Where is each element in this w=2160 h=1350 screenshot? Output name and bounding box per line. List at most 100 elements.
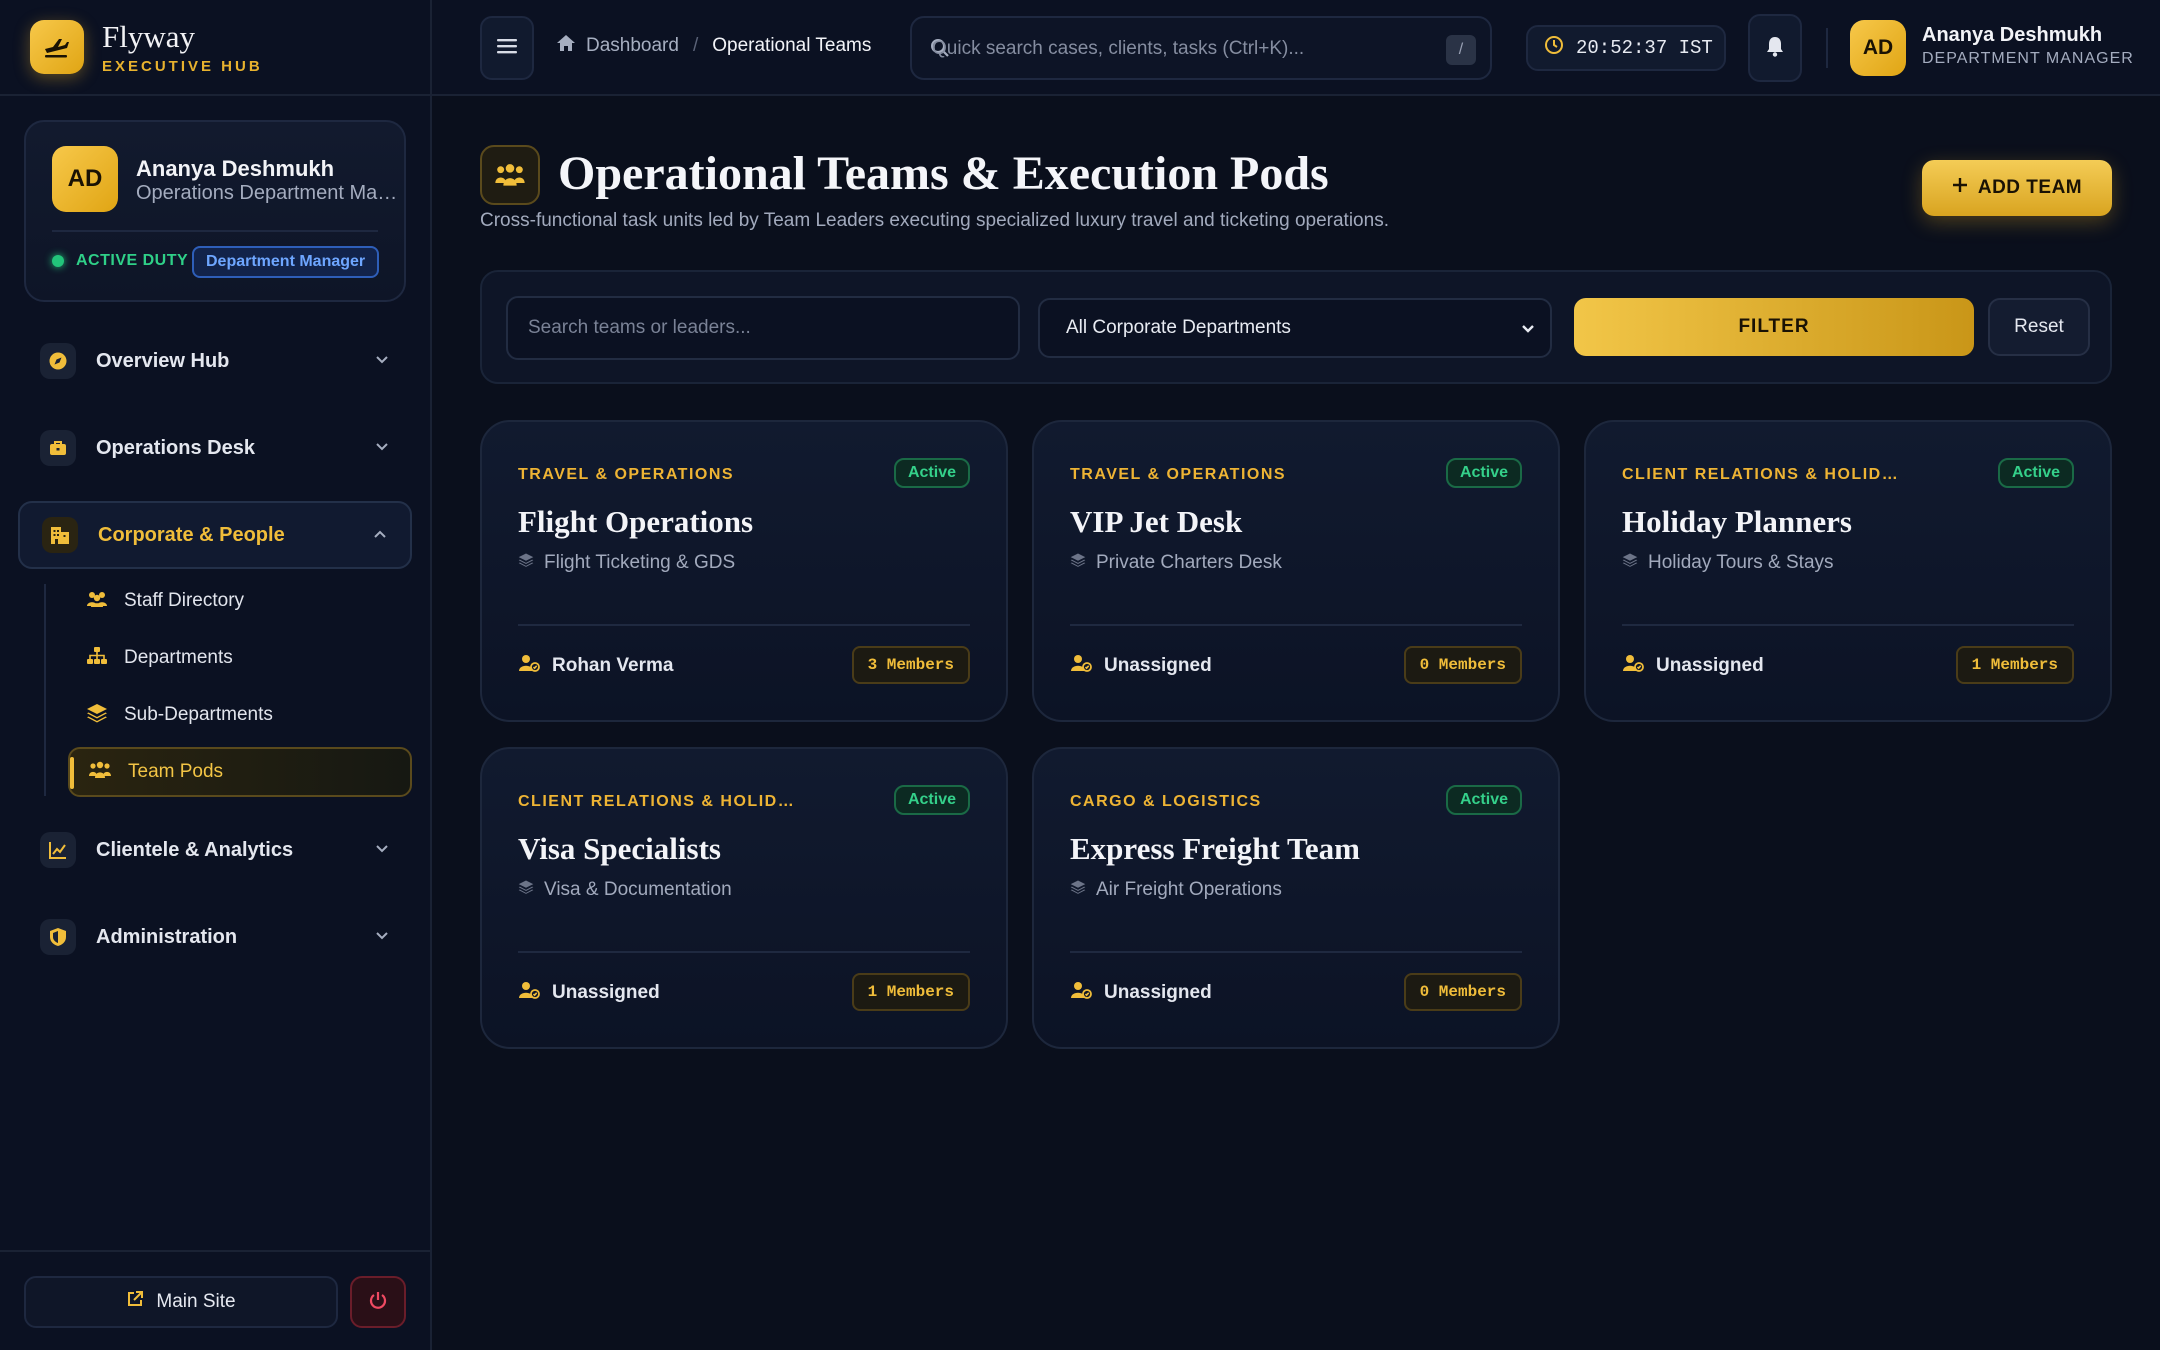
breadcrumb: Dashboard / Operational Teams xyxy=(556,34,871,58)
profile-name: Ananya Deshmukh xyxy=(136,156,335,181)
brand-subtitle: EXECUTIVE HUB xyxy=(102,57,263,75)
status-badge: Active xyxy=(893,458,970,488)
duty-status: ACTIVE DUTY xyxy=(52,252,188,270)
team-card[interactable]: CLIENT RELATIONS & HOLIDA... Active Holi… xyxy=(1584,420,2112,722)
team-name: Flight Operations xyxy=(518,504,754,539)
role-badge: Department Manager xyxy=(192,246,380,278)
status-badge: Active xyxy=(893,785,970,815)
team-name: VIP Jet Desk xyxy=(1070,504,1243,539)
sidebar-subitem-sub-departments[interactable]: Sub-Departments xyxy=(68,690,412,740)
department-select-value: All Corporate Departments xyxy=(1066,317,1291,338)
team-search[interactable] xyxy=(506,296,1020,360)
sidebar-item-corporate-people[interactable]: Corporate & People xyxy=(18,501,412,569)
team-leader: Unassigned xyxy=(1070,981,1212,1005)
filter-button[interactable]: FILTER xyxy=(1574,298,1974,356)
team-sub-department: Holiday Tours & Stays xyxy=(1622,552,1834,574)
shield-icon xyxy=(40,919,76,955)
members-count-badge: 1 Members xyxy=(851,973,970,1011)
divider xyxy=(1070,951,1522,953)
team-sub-department: Air Freight Operations xyxy=(1070,879,1282,901)
plus-icon xyxy=(1952,177,1968,199)
user-tie-icon xyxy=(518,654,540,678)
team-sub-department: Visa & Documentation xyxy=(518,879,732,901)
submenu-guide-line xyxy=(44,584,46,796)
user-avatar[interactable]: AD xyxy=(1850,20,1906,76)
user-tie-icon xyxy=(1070,654,1092,678)
sidebar-subitem-label: Sub-Departments xyxy=(124,704,273,725)
layers-icon xyxy=(518,879,534,901)
menu-toggle-button[interactable] xyxy=(480,16,534,80)
team-card[interactable]: TRAVEL & OPERATIONS Active Flight Operat… xyxy=(480,420,1008,722)
sidebar-footer: Main Site xyxy=(0,1250,432,1350)
team-name: Express Freight Team xyxy=(1070,831,1360,866)
team-sub-department: Private Charters Desk xyxy=(1070,552,1282,574)
user-name: Ananya Deshmukh xyxy=(1922,24,2103,46)
breadcrumb-separator: / xyxy=(692,35,699,56)
status-badge: Active xyxy=(1445,785,1522,815)
department-select[interactable]: All Corporate Departments xyxy=(1038,298,1552,358)
sidebar-item-label: Overview Hub xyxy=(96,349,230,372)
notifications-button[interactable] xyxy=(1748,14,1802,82)
sidebar-subitem-staff-directory[interactable]: Staff Directory xyxy=(68,576,412,626)
sidebar-subitem-departments[interactable]: Departments xyxy=(68,633,412,683)
divider xyxy=(1826,28,1828,68)
chevron-down-icon xyxy=(1520,320,1536,342)
global-search[interactable]: / xyxy=(910,16,1492,80)
sidebar-item-administration[interactable]: Administration xyxy=(18,903,412,971)
global-search-input[interactable] xyxy=(932,32,1432,66)
compass-icon xyxy=(40,343,76,379)
sidebar-subitem-team-pods[interactable]: Team Pods xyxy=(68,747,412,797)
team-sub-department-label: Air Freight Operations xyxy=(1096,879,1282,900)
main-site-label: Main Site xyxy=(156,1291,236,1312)
breadcrumb-current: Operational Teams xyxy=(712,35,872,56)
home-icon xyxy=(556,34,576,58)
people-group-icon xyxy=(480,145,540,205)
clock-icon xyxy=(1544,35,1564,61)
add-team-button[interactable]: ADD TEAM xyxy=(1922,160,2112,216)
chevron-down-icon xyxy=(374,438,390,459)
sidebar-item-overview-hub[interactable]: Overview Hub xyxy=(18,327,412,395)
team-search-input[interactable] xyxy=(508,298,1018,358)
team-leader: Unassigned xyxy=(1070,654,1212,678)
team-card[interactable]: CLIENT RELATIONS & HOLIDA... Active Visa… xyxy=(480,747,1008,1049)
team-department: CARGO & LOGISTICS xyxy=(1070,793,1262,810)
members-count-badge: 3 Members xyxy=(851,646,970,684)
clock-time: 20:52:37 IST xyxy=(1576,37,1713,59)
sitemap-icon xyxy=(86,646,108,671)
external-link-icon xyxy=(126,1290,144,1314)
chart-line-icon xyxy=(40,832,76,868)
team-sub-department-label: Visa & Documentation xyxy=(544,879,732,900)
breadcrumb-dashboard-link[interactable]: Dashboard xyxy=(586,35,679,57)
members-count-badge: 0 Members xyxy=(1403,973,1522,1011)
power-icon xyxy=(368,1290,388,1315)
layers-icon xyxy=(1622,552,1638,574)
team-department: CLIENT RELATIONS & HOLIDA... xyxy=(1622,466,1902,483)
page-title: Operational Teams & Execution Pods xyxy=(558,147,1329,200)
divider xyxy=(1622,624,2074,626)
team-card[interactable]: TRAVEL & OPERATIONS Active VIP Jet Desk … xyxy=(1032,420,1560,722)
clock: 20:52:37 IST xyxy=(1526,25,1726,71)
team-department: CLIENT RELATIONS & HOLIDA... xyxy=(518,793,798,810)
team-sub-department-label: Holiday Tours & Stays xyxy=(1648,552,1834,573)
members-count-badge: 0 Members xyxy=(1403,646,1522,684)
divider xyxy=(52,230,378,232)
sidebar-item-operations-desk[interactable]: Operations Desk xyxy=(18,414,412,482)
divider xyxy=(1070,624,1522,626)
user-role: DEPARTMENT MANAGER xyxy=(1922,50,2134,67)
brand[interactable]: Flyway EXECUTIVE HUB xyxy=(0,0,430,96)
main-site-button[interactable]: Main Site xyxy=(24,1276,338,1328)
sidebar-item-label: Operations Desk xyxy=(96,436,255,459)
avatar[interactable]: AD xyxy=(52,146,118,212)
team-name: Holiday Planners xyxy=(1622,504,1852,539)
hamburger-icon xyxy=(497,38,517,59)
brand-name: Flyway xyxy=(102,18,195,54)
chevron-down-icon xyxy=(374,927,390,948)
team-leader: Rohan Verma xyxy=(518,654,673,678)
profile-role: Operations Department Manager xyxy=(136,182,398,204)
team-department: TRAVEL & OPERATIONS xyxy=(518,466,735,483)
logout-button[interactable] xyxy=(350,1276,406,1328)
layers-icon xyxy=(1070,879,1086,901)
reset-button[interactable]: Reset xyxy=(1988,298,2090,356)
sidebar-item-clientele-analytics[interactable]: Clientele & Analytics xyxy=(18,816,412,884)
team-card[interactable]: CARGO & LOGISTICS Active Express Freight… xyxy=(1032,747,1560,1049)
